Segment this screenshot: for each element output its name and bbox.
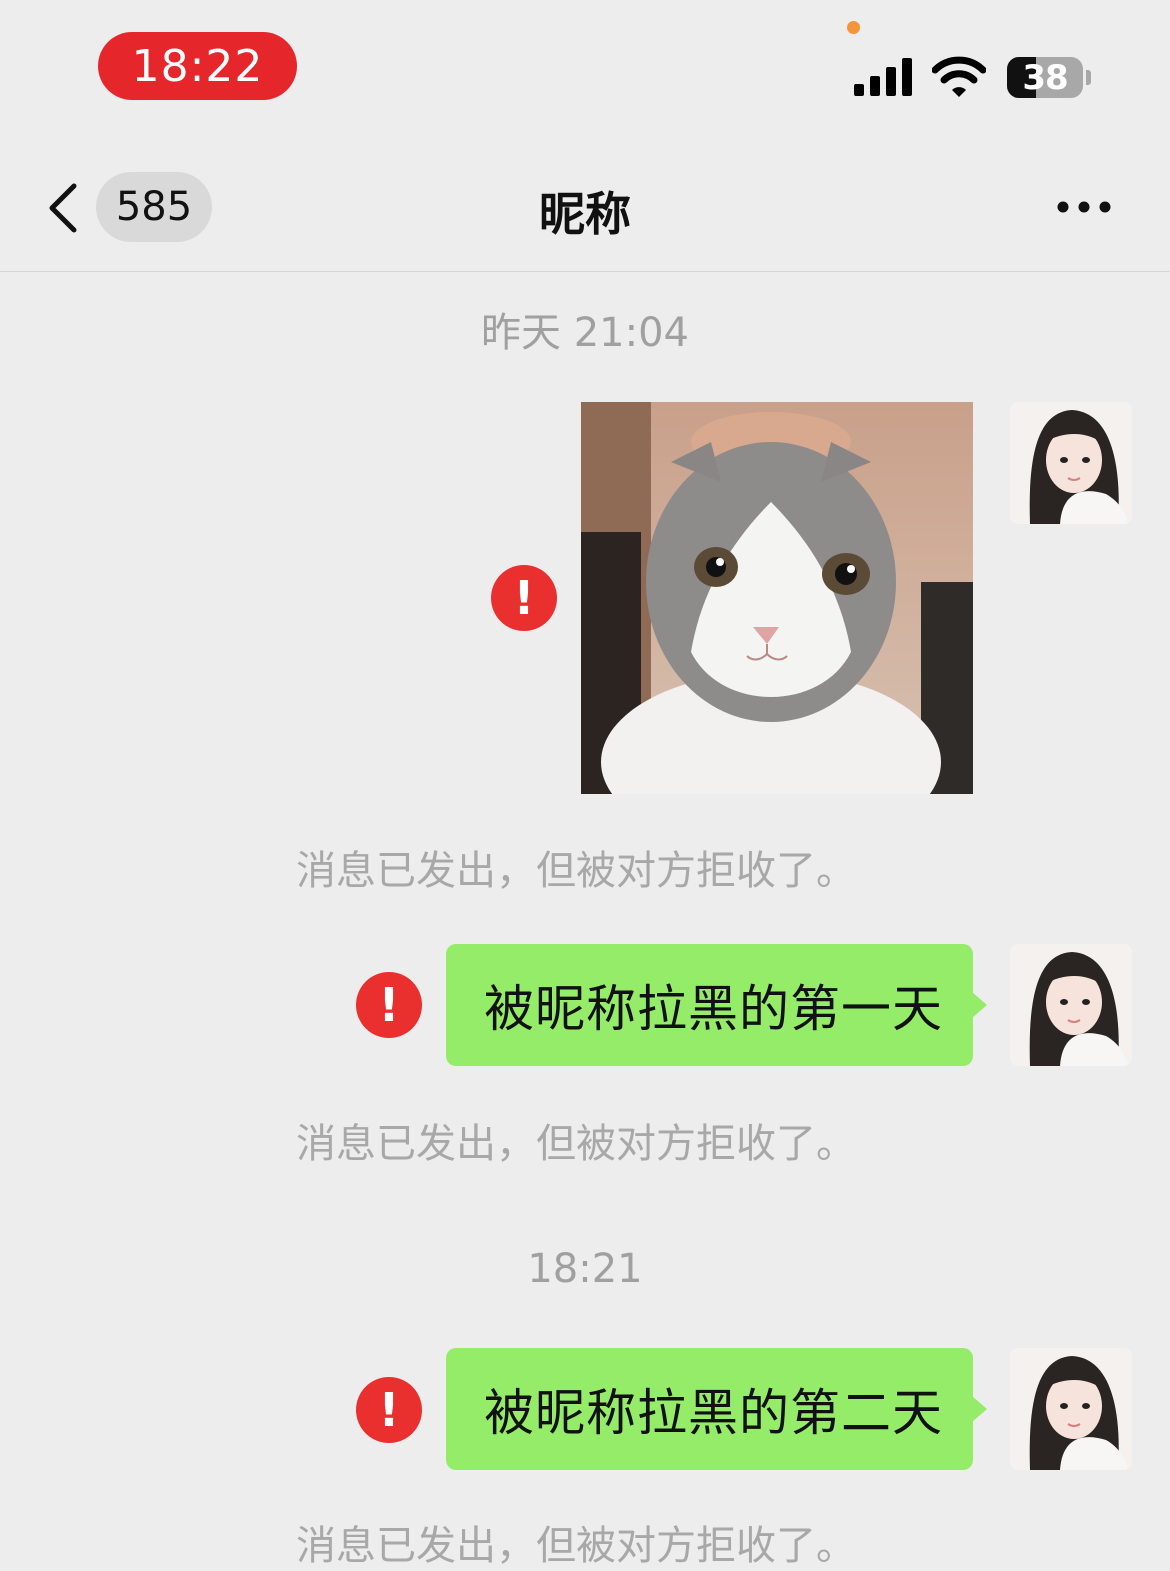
rejected-notice: 消息已发出，但被对方拒收了。 [296,848,856,894]
battery-tip [1086,70,1091,85]
send-failed-icon[interactable]: ! [356,1377,422,1443]
bubble-tail [972,992,987,1018]
cat-photo [581,402,973,794]
send-failed-icon[interactable]: ! [356,972,422,1038]
avatar-portrait [1010,944,1132,1066]
rejected-notice: 消息已发出，但被对方拒收了。 [296,1523,856,1569]
image-message[interactable] [581,402,973,794]
bubble-tail [972,1396,987,1422]
send-failed-icon[interactable]: ! [491,565,557,631]
avatar[interactable] [1010,1348,1132,1470]
wifi-icon [932,56,986,97]
status-bar: 18:22 38 [0,0,1170,140]
more-icon[interactable] [1056,200,1112,214]
message-bubble[interactable]: 被昵称拉黑的第二天 [446,1348,987,1470]
chat-title: 昵称 [539,187,631,241]
signal-icon [854,58,912,96]
avatar-portrait [1010,402,1132,524]
avatar-portrait [1010,1348,1132,1470]
message-text: 被昵称拉黑的第一天 [484,980,943,1038]
battery-icon: 38 [1007,57,1083,98]
rejected-notice: 消息已发出，但被对方拒收了。 [296,1121,856,1167]
status-time[interactable]: 18:22 [98,32,297,100]
timestamp: 昨天 21:04 [481,310,689,356]
timestamp: 18:21 [527,1246,643,1292]
battery-level-text: 38 [1022,57,1068,98]
avatar[interactable] [1010,402,1132,524]
nav-bar: 585 昵称 [0,140,1170,272]
privacy-indicator-dot [847,21,860,34]
message-text: 被昵称拉黑的第二天 [484,1384,943,1442]
avatar[interactable] [1010,944,1132,1066]
message-bubble[interactable]: 被昵称拉黑的第一天 [446,944,987,1066]
